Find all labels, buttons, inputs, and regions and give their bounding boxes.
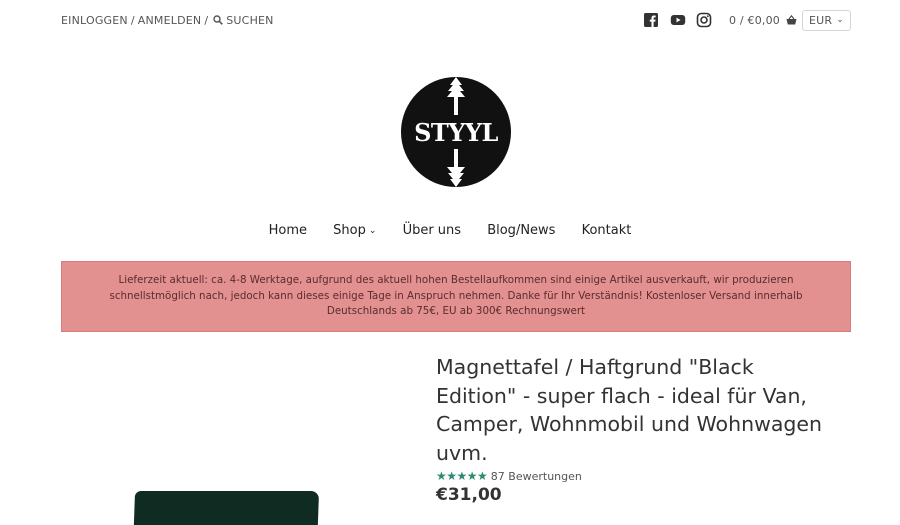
product-title: Magnettafel / Haftgrund "Black Edition" … — [436, 355, 823, 466]
account-links: EINLOGGEN / ANMELDEN / SUCHEN — [61, 14, 274, 27]
currency-value: EUR — [809, 14, 833, 27]
currency-select[interactable]: EUR ⌄ — [802, 10, 851, 31]
product-price: €31,00 — [436, 484, 502, 505]
separator: / — [204, 14, 209, 27]
chevron-down-icon: ⌄ — [368, 226, 377, 236]
nav-about[interactable]: Über uns — [403, 223, 462, 238]
instagram-icon[interactable] — [696, 12, 712, 28]
login-link[interactable]: EINLOGGEN — [61, 14, 128, 27]
chevron-down-icon: ⌄ — [836, 15, 844, 25]
nav-blog[interactable]: Blog/News — [487, 223, 555, 238]
product-rating[interactable]: ★★★★★ 87 Bewertungen — [436, 469, 836, 483]
notice-banner: Lieferzeit aktuell: ca. 4-8 Werktage, au… — [61, 261, 851, 332]
nav-home[interactable]: Home — [269, 223, 307, 238]
product-image[interactable] — [61, 358, 401, 525]
notice-text: Lieferzeit aktuell: ca. 4-8 Werktage, au… — [109, 274, 803, 317]
separator: / — [130, 14, 135, 27]
search-label: SUCHEN — [226, 14, 274, 27]
nav-shop[interactable]: Shop ⌄ — [333, 223, 376, 238]
youtube-icon[interactable] — [670, 12, 686, 28]
top-bar: EINLOGGEN / ANMELDEN / SUCHEN 0 / €0,00 EUR … — [61, 10, 851, 31]
search-icon — [213, 15, 224, 25]
review-count: 87 Bewertungen — [490, 469, 582, 483]
cart-total: 0 / €0,00 — [729, 14, 780, 27]
product-info: Magnettafel / Haftgrund "Black Edition" … — [436, 353, 836, 505]
social-links — [643, 12, 719, 30]
basket-icon — [786, 15, 797, 25]
logo-text: STYYL — [414, 118, 498, 147]
nav-contact[interactable]: Kontakt — [582, 223, 632, 238]
magnet-board-photo — [132, 491, 320, 525]
styyl-logo[interactable]: STYYL — [400, 76, 512, 188]
search-link[interactable]: SUCHEN — [211, 14, 273, 27]
main-nav: Home Shop ⌄ Über uns Blog/News Kontakt — [0, 223, 900, 238]
facebook-icon[interactable] — [643, 12, 659, 28]
cart-link[interactable]: 0 / €0,00 — [729, 14, 797, 27]
register-link[interactable]: ANMELDEN — [138, 14, 202, 27]
star-rating-icon: ★★★★★ — [436, 468, 488, 483]
nav-shop-label: Shop — [333, 223, 366, 238]
